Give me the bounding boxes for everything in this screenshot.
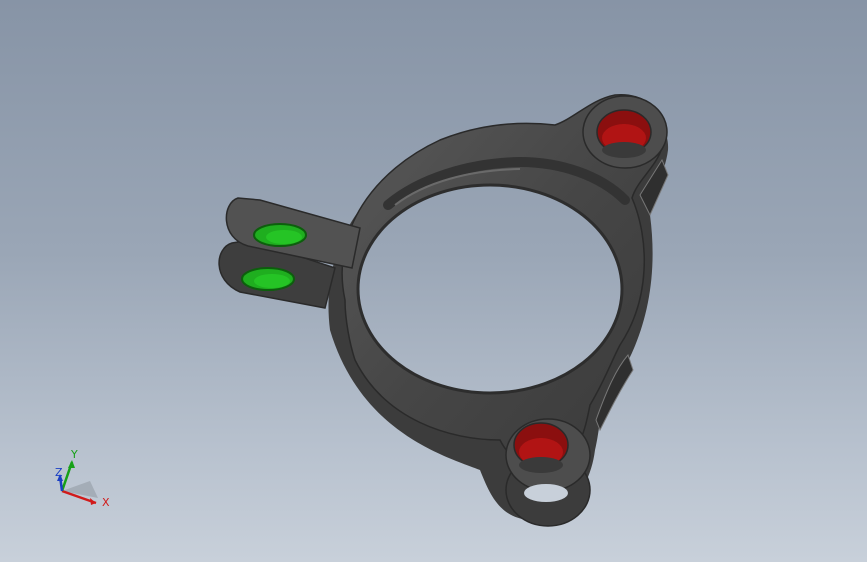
graphics-viewport[interactable] bbox=[0, 0, 867, 562]
z-axis-label: Z bbox=[55, 466, 63, 479]
axis-triad: X Y Z bbox=[55, 448, 110, 509]
y-axis-label: Y bbox=[70, 448, 78, 461]
lower-lug[interactable] bbox=[505, 418, 591, 527]
triad-shadow bbox=[62, 481, 98, 498]
x-axis-label: X bbox=[102, 496, 110, 509]
upper-right-lug[interactable] bbox=[582, 95, 668, 169]
clamp-part[interactable] bbox=[218, 94, 669, 527]
